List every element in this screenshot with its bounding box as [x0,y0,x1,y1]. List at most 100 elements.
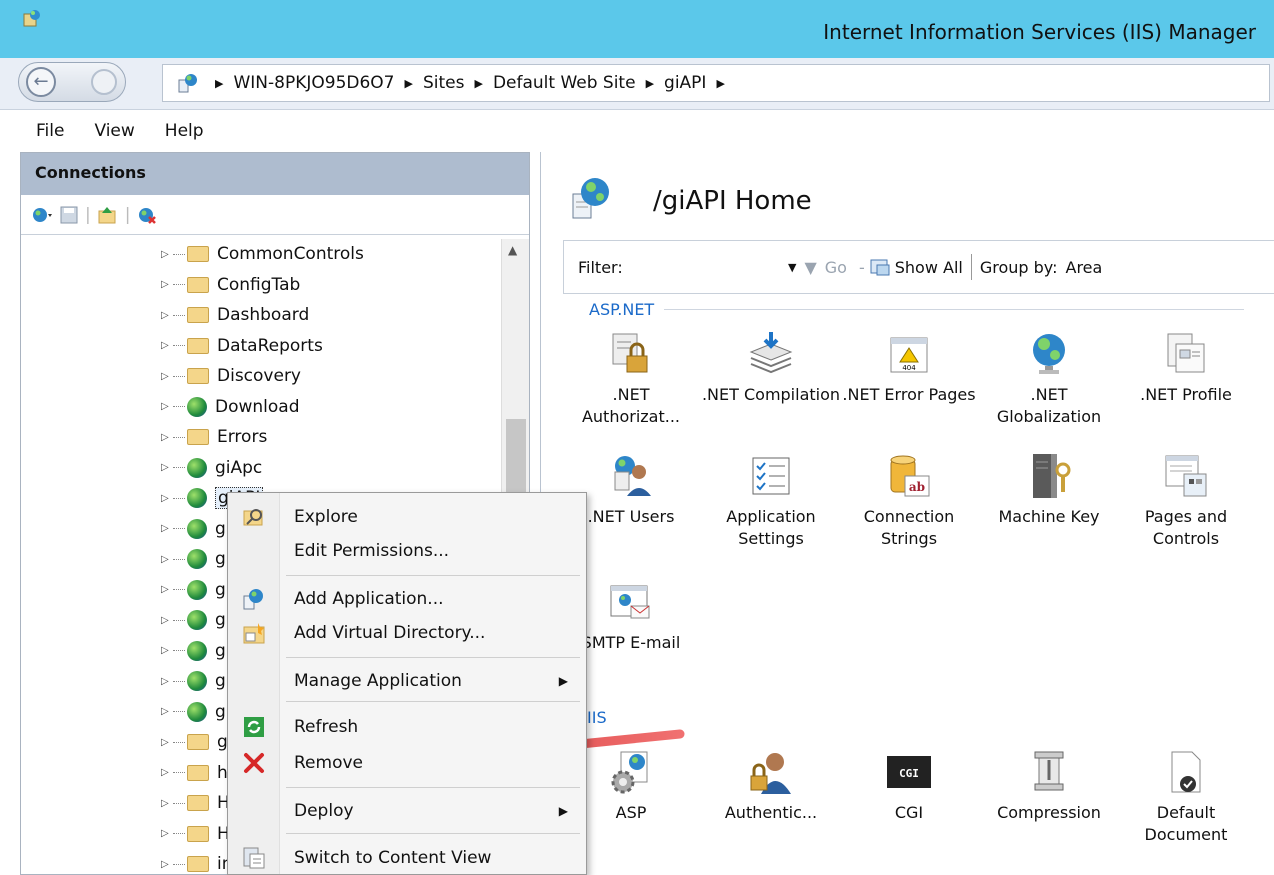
group-by-label: Group by: [979,257,1058,277]
menu-item-label: Edit Permissions... [294,541,450,561]
expand-arrow-icon[interactable]: ▷ [161,615,173,626]
menu-file[interactable]: File [36,121,64,141]
save-icon[interactable] [59,205,79,225]
tree-connector [173,680,185,682]
forward-button[interactable] [91,69,117,95]
menu-item-deploy[interactable]: Deploy ▶ [228,795,588,827]
tree-node-label: Dashboard [217,305,310,326]
filter-dropdown-icon[interactable]: ▼ [788,261,796,274]
compression-icon [1025,748,1073,796]
funnel-icon[interactable]: ▼ [804,258,816,277]
expand-arrow-icon[interactable]: ▷ [161,798,173,809]
expand-arrow-icon[interactable]: ▷ [161,340,173,351]
profile-icon [1162,330,1210,378]
tree-connector [173,589,185,591]
tree-connector [173,406,185,408]
show-all-icon[interactable] [869,257,891,277]
tree-node[interactable]: ▷ Download [21,392,501,423]
menu-view[interactable]: View [94,121,134,141]
breadcrumb-app[interactable]: giAPI [664,73,706,93]
tree-node[interactable]: ▷ ConfigTab [21,270,501,301]
expand-arrow-icon[interactable]: ▷ [161,676,173,687]
expand-arrow-icon[interactable]: ▷ [161,767,173,778]
feature-label: .NET Compilation [701,385,841,404]
folder-icon [187,825,209,842]
breadcrumb[interactable]: ▶ WIN-8PKJO95D6O7 ▶ Sites ▶ Default Web … [162,64,1270,102]
expand-arrow-icon[interactable]: ▷ [161,737,173,748]
feature-profile[interactable]: .NET Profile [1116,330,1256,406]
menu-separator [286,657,580,658]
feature-checklist[interactable]: Application Settings [701,452,841,550]
menu-item-refresh[interactable]: Refresh [228,711,588,743]
go-dropdown-icon[interactable]: - [859,258,865,277]
disconnect-icon[interactable] [136,205,158,225]
folder-icon [187,246,209,263]
menu-item-switch-to-content-view[interactable]: Switch to Content View [228,842,588,874]
feature-server-key[interactable]: Machine Key [979,452,1119,528]
group-by-select[interactable]: Area [1066,258,1103,277]
menu-item-manage-application[interactable]: Manage Application ▶ [228,665,588,697]
svg-text:404: 404 [902,364,916,372]
go-button[interactable]: Go [825,258,847,277]
expand-arrow-icon[interactable]: ▷ [161,859,173,870]
folder-icon [187,337,209,354]
tree-node[interactable]: ▷ Discovery [21,361,501,392]
back-button[interactable]: ← [26,67,56,97]
show-all-button[interactable]: Show All [895,258,963,277]
connect-globe-icon[interactable] [31,205,53,225]
expand-arrow-icon[interactable]: ▷ [161,828,173,839]
expand-arrow-icon[interactable]: ▷ [161,462,173,473]
expand-arrow-icon[interactable]: ▷ [161,584,173,595]
expand-arrow-icon[interactable]: ▷ [161,523,173,534]
expand-arrow-icon[interactable]: ▷ [161,310,173,321]
breadcrumb-site[interactable]: Default Web Site [493,73,636,93]
breadcrumb-separator-icon[interactable]: ▶ [716,77,724,90]
feature-layers[interactable]: .NET Compilation [701,330,841,406]
feature-label: .NET Authorizat... [581,385,681,426]
menu-item-add-virtual-directory[interactable]: Add Virtual Directory... [228,617,588,649]
folder-icon [187,734,209,751]
scroll-up-icon[interactable]: ▲ [508,243,517,257]
window-title: Internet Information Services (IIS) Mana… [823,20,1256,44]
feature-globe[interactable]: .NET Globalization [979,330,1119,428]
expand-arrow-icon[interactable]: ▷ [161,371,173,382]
filter-bar: Filter: ▼ ▼ Go - Show All Group by: Area [563,240,1274,294]
content-view-icon [242,846,266,870]
expand-arrow-icon[interactable]: ▷ [161,554,173,565]
folder-icon [187,856,209,873]
expand-arrow-icon[interactable]: ▷ [161,706,173,717]
tree-node[interactable]: ▷ Errors [21,422,501,453]
page-title: /giAPI Home [653,186,812,216]
expand-arrow-icon[interactable]: ▷ [161,401,173,412]
expand-arrow-icon[interactable]: ▷ [161,249,173,260]
expand-arrow-icon[interactable]: ▷ [161,432,173,443]
breadcrumb-sites[interactable]: Sites [423,73,465,93]
feature-cgi[interactable]: CGI CGI [839,748,979,824]
menu-item-edit-permissions[interactable]: Edit Permissions... [228,535,588,567]
group-header-aspnet[interactable]: ASP.NET [589,300,1245,319]
expand-arrow-icon[interactable]: ▷ [161,493,173,504]
feature-default-doc[interactable]: Default Document [1116,748,1256,846]
menu-item-add-application[interactable]: Add Application... [228,583,588,615]
feature-database[interactable]: ab Connection Strings [839,452,979,550]
feature-auth[interactable]: Authentic... [701,748,841,824]
breadcrumb-server[interactable]: WIN-8PKJO95D6O7 [233,73,394,93]
tree-node[interactable]: ▷ DataReports [21,331,501,362]
expand-arrow-icon[interactable]: ▷ [161,645,173,656]
feature-pages[interactable]: Pages and Controls [1116,452,1256,550]
feature-label: Authentic... [724,803,818,822]
menu-item-remove[interactable]: Remove [228,747,588,779]
tree-node[interactable]: ▷ giApc [21,453,501,484]
tree-node[interactable]: ▷ CommonControls [21,239,501,270]
menu-help[interactable]: Help [165,121,204,141]
up-level-icon[interactable] [97,205,119,225]
feature-compression[interactable]: Compression [979,748,1119,824]
feature-lock-doc[interactable]: .NET Authorizat... [561,330,701,428]
expand-arrow-icon[interactable]: ▷ [161,279,173,290]
menu-item-explore[interactable]: Explore [228,501,588,533]
feature-error-page[interactable]: 404 .NET Error Pages [839,330,979,406]
feature-label: Default Document [1144,803,1228,844]
submenu-arrow-icon: ▶ [558,804,568,818]
group-divider [664,309,1245,310]
tree-node[interactable]: ▷ Dashboard [21,300,501,331]
